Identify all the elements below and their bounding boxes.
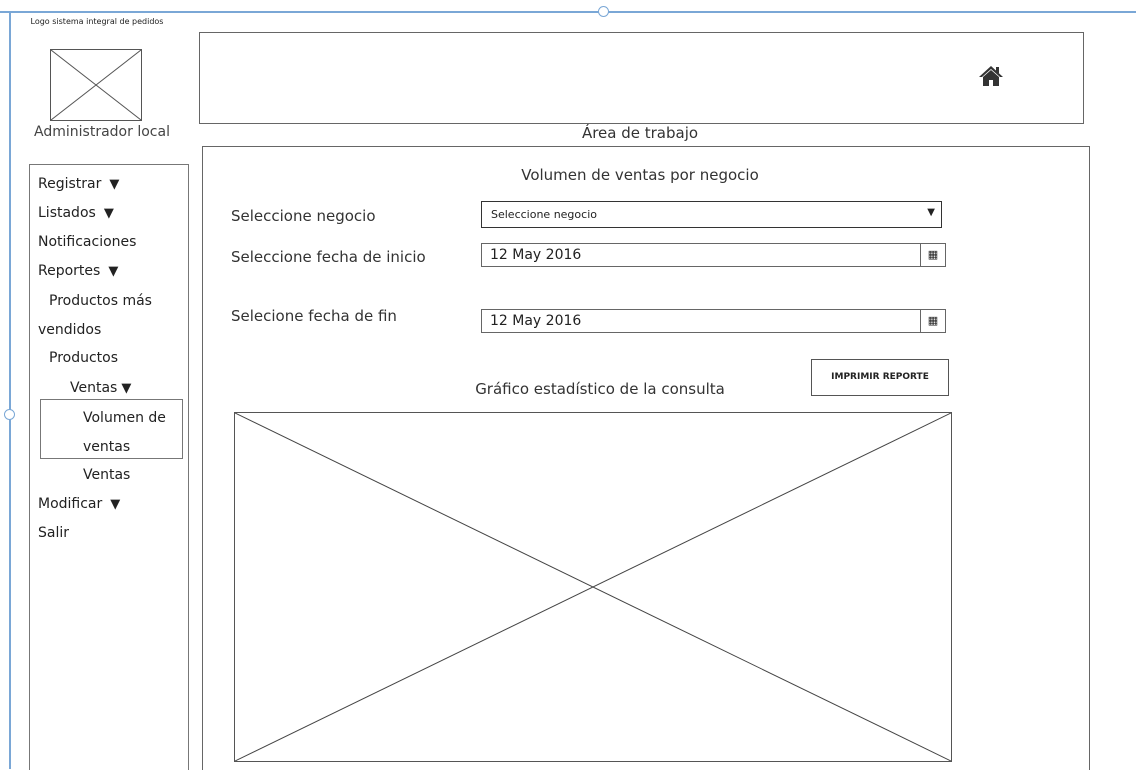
- sidebar-item-label: Modificar: [38, 496, 103, 512]
- sidebar-item-label: Listados: [38, 205, 96, 221]
- sidebar-item-reportes[interactable]: Reportes ▼: [38, 263, 118, 279]
- sidebar-item-ventas[interactable]: Ventas: [83, 467, 130, 483]
- business-select[interactable]: Seleccione negocio ▼: [481, 201, 942, 228]
- sidebar-item-label: Salir: [38, 525, 70, 541]
- sidebar-item-productos[interactable]: Productos: [49, 350, 118, 366]
- sidebar-item-productos-mas-vendidos-line2[interactable]: vendidos: [38, 322, 101, 338]
- sidebar-item-label: Ventas: [70, 380, 118, 396]
- logo-image-placeholder: [50, 49, 142, 121]
- sidebar-item-label: Registrar: [38, 176, 102, 192]
- sidebar-item-salir[interactable]: Salir: [38, 525, 69, 541]
- selection-guide-horizontal: [0, 11, 1136, 13]
- logo-caption: Logo sistema integral de pedidos: [30, 17, 164, 26]
- sidebar-item-label: Volumen de: [83, 410, 166, 426]
- sidebar-item-label: ventas: [83, 439, 131, 455]
- dropdown-arrow-icon: ▼: [110, 497, 121, 512]
- sidebar-item-modificar[interactable]: Modificar ▼: [38, 496, 120, 512]
- dropdown-arrow-icon: ▼: [103, 206, 114, 221]
- business-select-value: Seleccione negocio: [491, 208, 597, 221]
- dropdown-arrow-icon: ▼: [108, 264, 119, 279]
- resize-handle-top[interactable]: [598, 6, 609, 17]
- resize-handle-left[interactable]: [4, 409, 15, 420]
- sidebar-item-ventas-group[interactable]: Ventas ▼: [70, 380, 131, 396]
- image-placeholder-icon: [50, 49, 142, 121]
- chart-image-placeholder: [234, 412, 952, 762]
- header-bar: [199, 32, 1084, 124]
- sidebar-item-label: Notificaciones: [38, 234, 137, 250]
- chart-title: Gráfico estadístico de la consulta: [475, 380, 725, 398]
- calendar-icon[interactable]: ▦: [920, 310, 945, 332]
- form-title: Volumen de ventas por negocio: [521, 166, 759, 184]
- end-date-value: 12 May 2016: [490, 313, 582, 329]
- sidebar-item-notificaciones[interactable]: Notificaciones: [38, 234, 136, 250]
- sidebar-item-label: Ventas: [83, 467, 131, 483]
- sidebar-item-label: Reportes: [38, 263, 101, 279]
- chevron-down-icon: ▼: [927, 207, 935, 218]
- user-role-label: Administrador local: [34, 124, 170, 140]
- end-date-label: Selecione fecha de fin: [231, 307, 397, 325]
- dropdown-arrow-icon: ▼: [121, 381, 132, 396]
- sidebar-item-label: Productos más: [49, 293, 152, 309]
- sidebar-item-registrar[interactable]: Registrar ▼: [38, 176, 119, 192]
- calendar-icon[interactable]: ▦: [920, 244, 945, 266]
- end-date-field[interactable]: 12 May 2016 ▦: [481, 309, 946, 333]
- business-label: Seleccione negocio: [231, 207, 376, 225]
- start-date-label: Seleccione fecha de inicio: [231, 248, 426, 266]
- selection-guide-vertical: [9, 11, 11, 769]
- sidebar-item-label: vendidos: [38, 322, 102, 338]
- sidebar-item-productos-mas-vendidos[interactable]: Productos más: [49, 293, 152, 309]
- sidebar-item-volumen-de-ventas[interactable]: Volumen de: [83, 410, 166, 426]
- print-report-button[interactable]: IMPRIMIR REPORTE: [811, 359, 949, 396]
- sidebar-item-volumen-de-ventas-line2[interactable]: ventas: [83, 439, 130, 455]
- workspace-label: Área de trabajo: [581, 124, 699, 142]
- sidebar-item-listados[interactable]: Listados ▼: [38, 205, 114, 221]
- start-date-value: 12 May 2016: [490, 247, 582, 263]
- dropdown-arrow-icon: ▼: [109, 177, 120, 192]
- image-placeholder-icon: [234, 412, 952, 762]
- sidebar-item-label: Productos: [49, 350, 119, 366]
- home-icon[interactable]: [978, 64, 1004, 88]
- start-date-field[interactable]: 12 May 2016 ▦: [481, 243, 946, 267]
